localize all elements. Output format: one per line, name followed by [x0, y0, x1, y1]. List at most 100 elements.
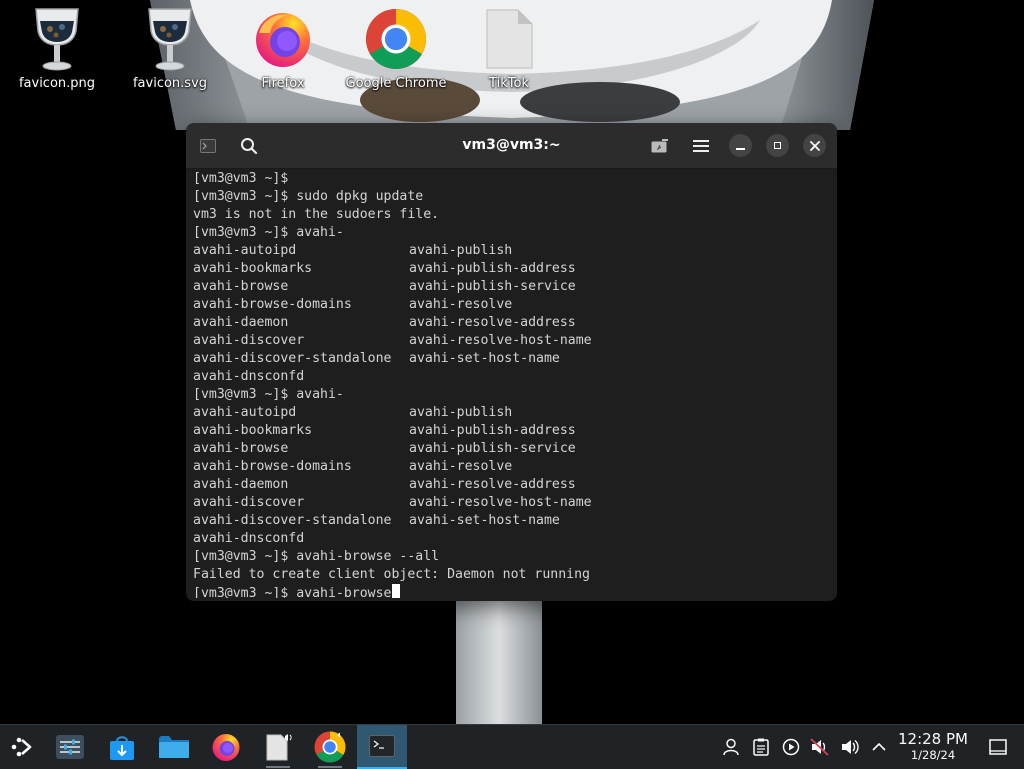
- menu-icon[interactable]: [686, 131, 716, 161]
- completion-column-2: avahi-resolve-address: [409, 477, 576, 492]
- completion-column-1: avahi-daemon: [193, 315, 289, 330]
- maximize-icon: [774, 142, 781, 149]
- terminal-text: [vm3@vm3 ~]$: [193, 171, 297, 186]
- user-icon[interactable]: [719, 735, 743, 759]
- terminal-text: vm3 is not in the sudoers file.: [193, 207, 440, 222]
- terminal-text: [vm3@vm3 ~]$ avahi-: [193, 387, 344, 402]
- tiktok-file-taskbar-button[interactable]: [256, 725, 300, 769]
- system-settings-button[interactable]: [48, 725, 92, 769]
- completion-column-1: avahi-discover: [193, 495, 305, 510]
- muted-speaker-icon[interactable]: [808, 735, 832, 759]
- completion-column-2: avahi-publish-address: [409, 261, 576, 276]
- application-launcher-button[interactable]: [0, 725, 44, 769]
- terminal-line: avahi-dnsconfd: [193, 530, 823, 548]
- terminal-text: [vm3@vm3 ~]$ avahi-browse: [193, 586, 392, 598]
- completion-column-2: avahi-resolve-host-name: [409, 495, 592, 510]
- terminal-window[interactable]: vm3@vm3:~ [vm3@vm3 ~]$ [vm3@vm3 ~]$ sudo…: [186, 123, 837, 601]
- firefox-taskbar-button[interactable]: [204, 725, 248, 769]
- desktop-icon-favicon-png[interactable]: favicon.png: [2, 6, 112, 98]
- terminal-line: [vm3@vm3 ~]$ sudo dpkg update: [193, 188, 823, 206]
- terminal-line: [vm3@vm3 ~]$ avahi-browse: [193, 584, 823, 598]
- terminal-line: avahi-browse-domains avahi-resolve: [193, 296, 823, 314]
- terminal-text: avahi-dnsconfd: [193, 531, 305, 546]
- completion-column-1: avahi-autoipd: [193, 243, 297, 258]
- wine-glass-image-icon: [139, 6, 201, 72]
- wine-glass-image-icon: [26, 6, 88, 72]
- terminal-line: avahi-daemon avahi-resolve-address: [193, 476, 823, 494]
- show-desktop-icon: [989, 739, 1007, 755]
- terminal-text: [vm3@vm3 ~]$ sudo dpkg update: [193, 189, 424, 204]
- desktop-icon-label: Google Chrome: [345, 76, 447, 91]
- completion-column-2: avahi-publish-service: [409, 279, 576, 294]
- chevron-up-icon[interactable]: [867, 735, 891, 759]
- clock[interactable]: 12:28 PM 1/28/24: [892, 730, 974, 763]
- completion-column-2: avahi-publish-service: [409, 441, 576, 456]
- desktop-icon-label: TikTok: [489, 76, 529, 91]
- kde-launcher-icon: [11, 737, 32, 757]
- completion-column-1: avahi-discover-standalone: [193, 351, 392, 366]
- completion-column-1: avahi-browse-domains: [193, 459, 352, 474]
- completion-column-2: avahi-resolve-address: [409, 315, 576, 330]
- completion-column-1: avahi-bookmarks: [193, 423, 313, 438]
- terminal-line: [vm3@vm3 ~]$ avahi-browse --all: [193, 548, 823, 566]
- terminal-text: [vm3@vm3 ~]$ avahi-: [193, 225, 344, 240]
- terminal-line: avahi-discover avahi-resolve-host-name: [193, 494, 823, 512]
- completion-column-1: avahi-autoipd: [193, 405, 297, 420]
- firefox-icon: [252, 6, 314, 72]
- maximize-button[interactable]: [766, 134, 789, 157]
- terminal-line: avahi-autoipd avahi-publish: [193, 404, 823, 422]
- terminal-line: avahi-daemon avahi-resolve-address: [193, 314, 823, 332]
- desktop-icon-favicon-svg[interactable]: favicon.svg: [115, 6, 225, 98]
- completion-column-2: avahi-resolve-host-name: [409, 333, 592, 348]
- completion-column-1: avahi-bookmarks: [193, 261, 313, 276]
- new-tab-icon[interactable]: [645, 131, 675, 161]
- completion-column-2: avahi-publish-address: [409, 423, 576, 438]
- firefox-icon: [212, 734, 240, 761]
- taskbar: 12:28 PM 1/28/24: [0, 724, 1024, 769]
- chrome-taskbar-button[interactable]: [308, 725, 352, 769]
- clock-date: 1/28/24: [910, 748, 956, 762]
- minimize-button[interactable]: [729, 134, 752, 157]
- completion-column-1: avahi-discover: [193, 333, 305, 348]
- blank-file-icon: [478, 6, 540, 72]
- close-icon: [809, 140, 820, 151]
- clock-time: 12:28 PM: [898, 730, 968, 748]
- volume-icon[interactable]: [838, 735, 862, 759]
- terminal-taskbar-button[interactable]: [357, 725, 407, 769]
- terminal-icon: [369, 735, 395, 757]
- completion-column-2: avahi-resolve: [409, 459, 513, 474]
- terminal-text: [vm3@vm3 ~]$ avahi-browse --all: [193, 549, 440, 564]
- completion-column-2: avahi-publish: [409, 243, 513, 258]
- desktop-icon-label: favicon.png: [18, 76, 96, 91]
- file-manager-button[interactable]: [152, 725, 196, 769]
- completion-column-1: avahi-browse: [193, 279, 289, 294]
- terminal-cursor: [391, 584, 400, 598]
- desktop-icon-label: favicon.svg: [132, 76, 208, 91]
- terminal-icon[interactable]: [193, 131, 223, 161]
- terminal-line: avahi-browse-domains avahi-resolve: [193, 458, 823, 476]
- terminal-scrollbar[interactable]: [830, 175, 834, 595]
- clipboard-icon[interactable]: [749, 735, 773, 759]
- chrome-icon: [365, 6, 427, 72]
- desktop-icon-tiktok[interactable]: TikTok: [454, 6, 564, 98]
- show-desktop-button[interactable]: [986, 735, 1010, 759]
- close-button[interactable]: [803, 134, 826, 157]
- terminal-line: avahi-browse avahi-publish-service: [193, 440, 823, 458]
- terminal-output[interactable]: [vm3@vm3 ~]$ [vm3@vm3 ~]$ sudo dpkg upda…: [193, 170, 823, 598]
- search-icon[interactable]: [234, 131, 264, 161]
- terminal-text: Failed to create client object: Daemon n…: [193, 567, 590, 582]
- desktop-icon-firefox[interactable]: Firefox: [228, 6, 338, 98]
- completion-column-2: avahi-resolve: [409, 297, 513, 312]
- chrome-icon: [314, 731, 346, 763]
- completion-column-1: avahi-browse: [193, 441, 289, 456]
- terminal-line: [vm3@vm3 ~]$ avahi-: [193, 386, 823, 404]
- discover-store-button[interactable]: [100, 725, 144, 769]
- completion-column-1: avahi-daemon: [193, 477, 289, 492]
- terminal-text: avahi-dnsconfd: [193, 369, 305, 384]
- terminal-titlebar[interactable]: vm3@vm3:~: [186, 123, 837, 169]
- minimize-icon: [736, 147, 745, 150]
- settings-sliders-icon: [56, 735, 84, 759]
- terminal-line: [vm3@vm3 ~]$ avahi-: [193, 224, 823, 242]
- media-play-icon[interactable]: [779, 735, 803, 759]
- desktop-icon-google-chrome[interactable]: Google Chrome: [341, 6, 451, 98]
